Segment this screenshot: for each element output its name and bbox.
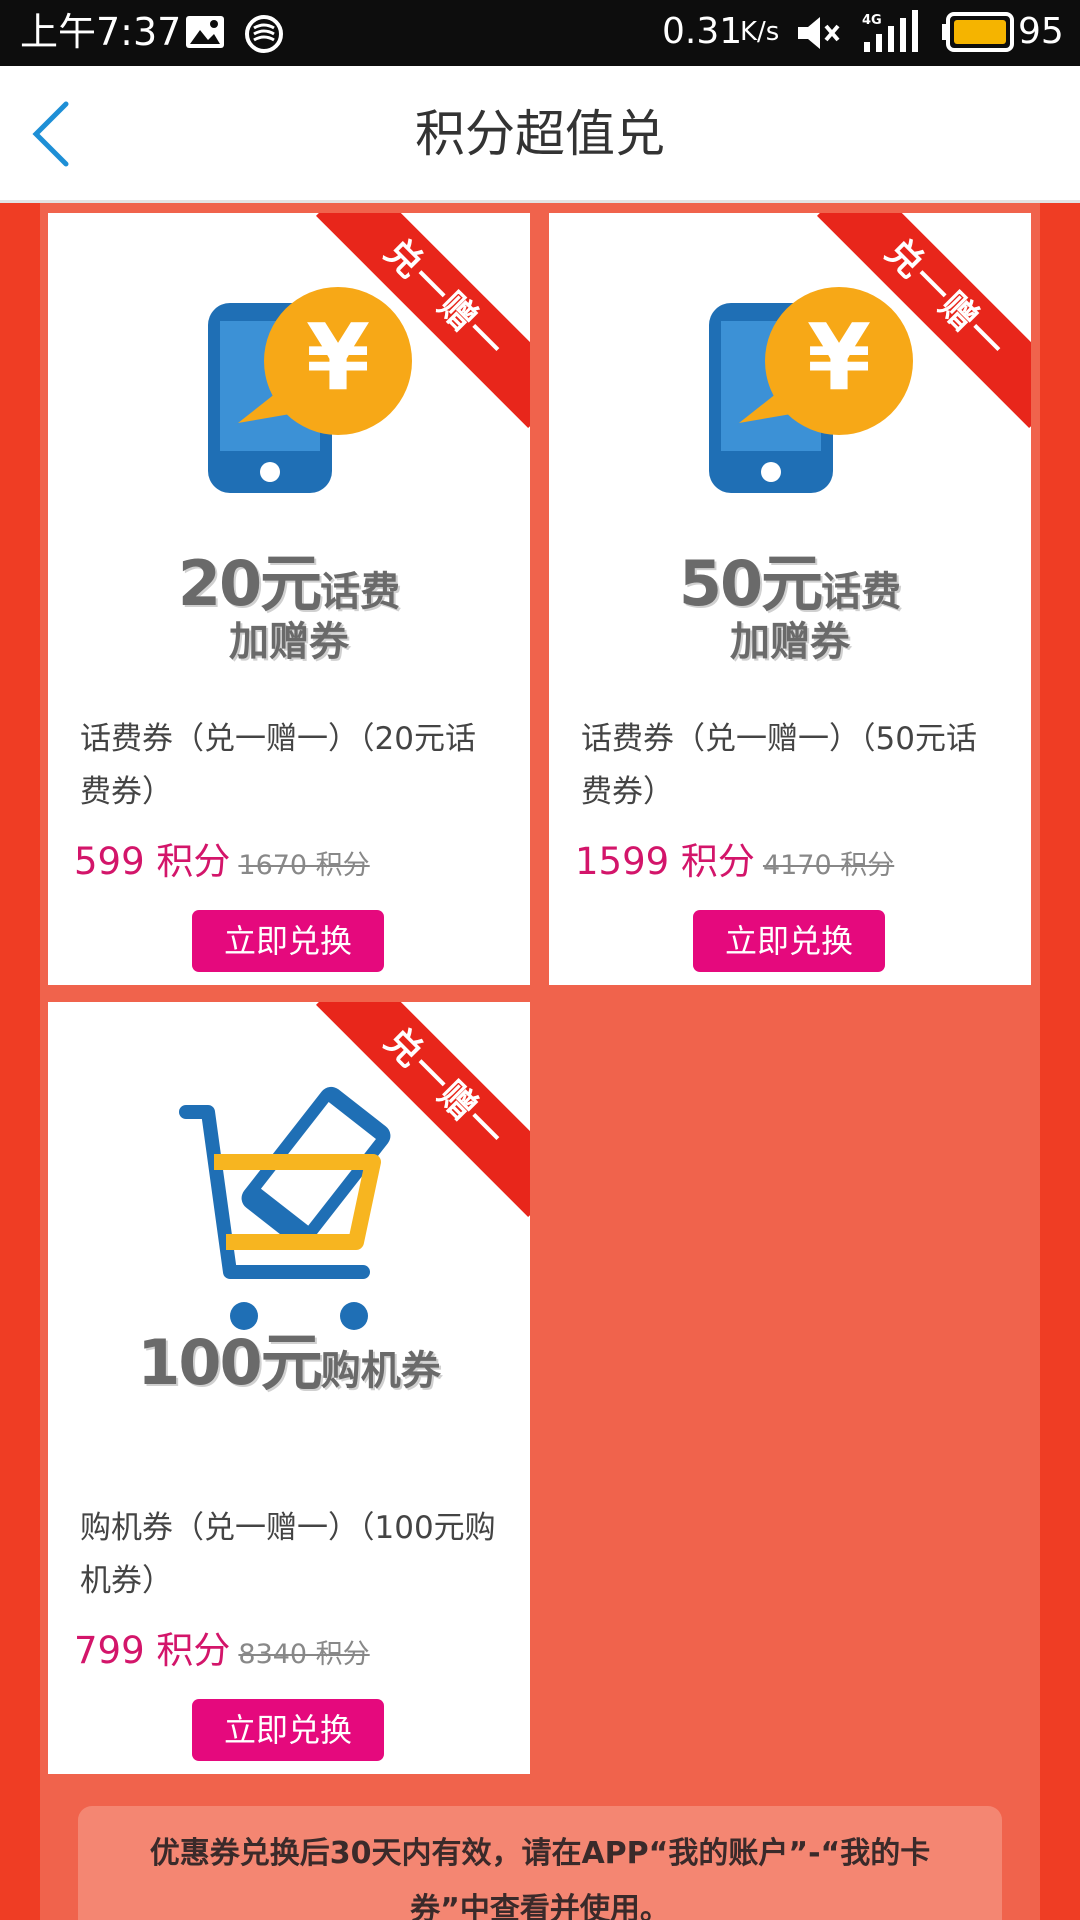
promo-amount: 100元 bbox=[137, 1326, 322, 1399]
redeem-button[interactable]: 立即兑换 bbox=[192, 1699, 384, 1761]
signal-icon: 4G bbox=[862, 10, 918, 52]
china-mobile-icon bbox=[245, 15, 283, 53]
product-description: 话费券（兑一赠一）（50元话费券） bbox=[581, 721, 977, 810]
network-speed-unit: K/s bbox=[740, 17, 780, 47]
network-speed: 0.31 bbox=[662, 11, 743, 52]
notice-box: 优惠券兑换后30天内有效，请在APP“我的账户”-“我的卡券”中查看并使用。 bbox=[78, 1806, 1002, 1920]
network-type: 4G bbox=[862, 13, 882, 28]
status-time: 上午7:37 bbox=[20, 10, 182, 54]
app-header: 积分超值兑 bbox=[0, 66, 1080, 203]
price-line: 599 积分 1670 积分 bbox=[74, 831, 370, 885]
status-bar: 上午7:37 0.31 K/s 4G 95 bbox=[0, 0, 1080, 66]
original-price: 8340 积分 bbox=[238, 1639, 370, 1670]
page-title: 积分超值兑 bbox=[415, 105, 665, 163]
product-card[interactable]: 兑一赠一 ¥ 50元话费 加赠券 话费券（兑一赠一）（50元话费券） 1599 … bbox=[549, 213, 1031, 985]
gallery-icon bbox=[186, 16, 224, 48]
price-line: 1599 积分 4170 积分 bbox=[575, 831, 894, 885]
current-price: 799 积分 bbox=[74, 1629, 231, 1672]
product-description: 购机券（兑一赠一）（100元购机券） bbox=[80, 1510, 496, 1599]
promo-type: 购机券 bbox=[320, 1348, 441, 1394]
promo-title: 100元购机券 bbox=[48, 1312, 530, 1402]
svg-text:¥: ¥ bbox=[807, 304, 871, 411]
redeem-button[interactable]: 立即兑换 bbox=[693, 910, 885, 972]
notice-text: 优惠券兑换后30天内有效，请在APP“我的账户”-“我的卡券”中查看并使用。 bbox=[149, 1836, 931, 1920]
product-list: 兑一赠一 ¥ 20元话费 加赠券 话费券（兑一赠一）（20元话费券） 599 积… bbox=[40, 203, 1040, 1920]
promo-subtitle: 加赠券 bbox=[730, 619, 850, 665]
redeem-button[interactable]: 立即兑换 bbox=[192, 910, 384, 972]
mute-icon bbox=[798, 17, 840, 49]
price-line: 799 积分 8340 积分 bbox=[74, 1620, 370, 1674]
product-card[interactable]: 兑一赠一 100元购机券 购机券（兑一赠一）（100元购机券） 799 积分 83… bbox=[48, 1002, 530, 1774]
phone-coin-icon: ¥ bbox=[208, 287, 412, 493]
battery-icon bbox=[942, 12, 1014, 52]
svg-text:¥: ¥ bbox=[306, 304, 370, 411]
current-price: 599 积分 bbox=[74, 840, 231, 883]
current-price: 1599 积分 bbox=[575, 840, 755, 883]
battery-level: 95 bbox=[1018, 11, 1064, 52]
cart-phone-icon bbox=[179, 1086, 391, 1279]
product-description: 话费券（兑一赠一）（20元话费券） bbox=[80, 721, 476, 810]
phone-coin-icon: ¥ bbox=[709, 287, 913, 493]
original-price: 1670 积分 bbox=[238, 850, 370, 881]
original-price: 4170 积分 bbox=[762, 850, 895, 881]
product-card[interactable]: 兑一赠一 ¥ 20元话费 加赠券 话费券（兑一赠一）（20元话费券） 599 积… bbox=[48, 213, 530, 985]
promo-subtitle: 加赠券 bbox=[229, 619, 349, 665]
